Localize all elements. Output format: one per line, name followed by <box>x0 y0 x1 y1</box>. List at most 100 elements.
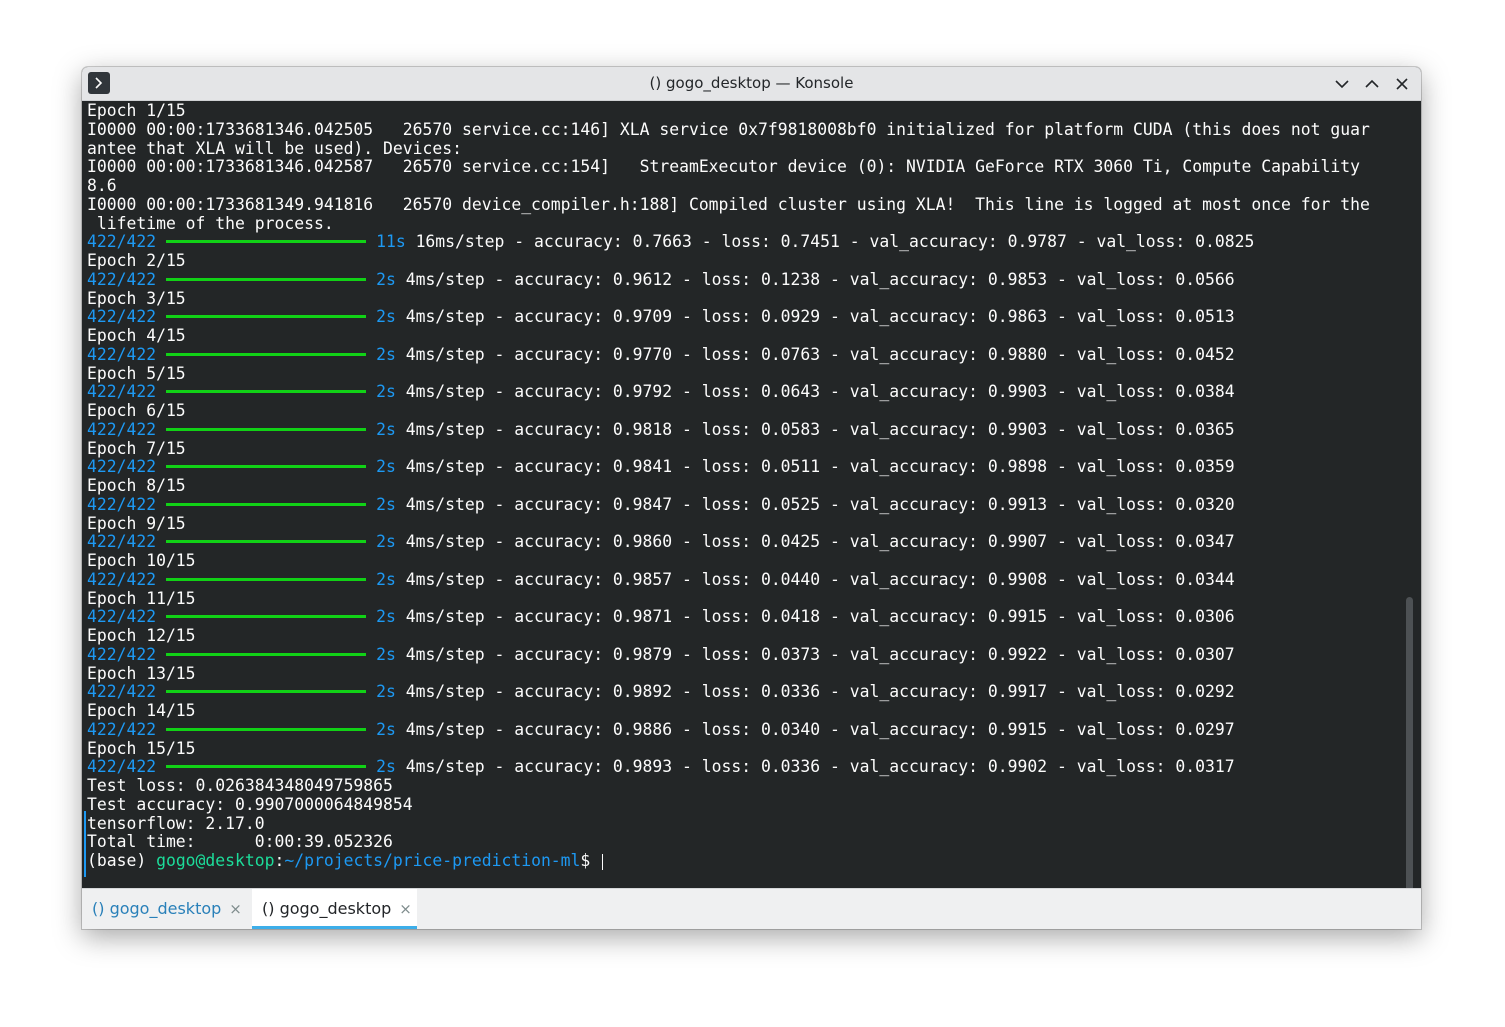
step-count: 422/422 <box>87 419 157 439</box>
terminal-line: tensorflow: 2.17.0 <box>87 813 265 833</box>
tab-gogo-desktop-1[interactable]: () gogo_desktop × <box>82 889 252 926</box>
tab-close-icon[interactable]: × <box>399 889 412 929</box>
metrics-text: 4ms/step - accuracy: 0.9886 - loss: 0.03… <box>405 719 1235 739</box>
elapsed-time: 2s <box>376 269 396 289</box>
elapsed-time: 2s <box>376 644 396 664</box>
terminal-line: Epoch 12/15 <box>87 626 196 645</box>
prompt-user-host: gogo@desktop <box>156 851 275 870</box>
elapsed-time: 2s <box>376 307 396 327</box>
terminal-line: 8.6 <box>87 176 117 195</box>
metrics-text: 4ms/step - accuracy: 0.9612 - loss: 0.12… <box>405 269 1235 289</box>
step-count: 422/422 <box>87 682 157 702</box>
window-title: () gogo_desktop — Konsole <box>649 74 854 92</box>
step-count: 422/422 <box>87 532 157 552</box>
titlebar[interactable]: () gogo_desktop — Konsole <box>82 67 1421 101</box>
metrics-text: 4ms/step - accuracy: 0.9860 - loss: 0.04… <box>405 532 1235 552</box>
progress-bar <box>166 577 367 581</box>
terminal-line: Total time: 0:00:39.052326 <box>87 832 393 852</box>
metrics-text: 4ms/step - accuracy: 0.9893 - loss: 0.03… <box>405 757 1235 777</box>
progress-line: 422/422 2s 4ms/step - accuracy: 0.9871 - … <box>87 607 1397 627</box>
step-count: 422/422 <box>87 569 157 589</box>
metrics-text: 4ms/step - accuracy: 0.9792 - loss: 0.06… <box>405 382 1235 402</box>
terminal-output: Epoch 1/15 I0000 00:00:1733681346.042505 … <box>87 101 1397 871</box>
terminal-line: Test loss: 0.026384348049759865 <box>87 776 393 795</box>
terminal-line: Epoch 14/15 <box>87 701 196 720</box>
progress-bar <box>166 465 367 469</box>
elapsed-time: 2s <box>376 682 396 702</box>
scrollbar[interactable] <box>1406 597 1413 888</box>
step-count: 422/422 <box>87 344 157 364</box>
metrics-text: 4ms/step - accuracy: 0.9879 - loss: 0.03… <box>405 644 1235 664</box>
step-count: 422/422 <box>87 757 157 777</box>
tab-bar: () gogo_desktop × () gogo_desktop × <box>82 888 1421 929</box>
terminal-line: Epoch 5/15 <box>87 363 186 383</box>
step-count: 422/422 <box>87 494 157 514</box>
metrics-text: 4ms/step - accuracy: 0.9857 - loss: 0.04… <box>405 569 1235 589</box>
elapsed-time: 2s <box>376 419 396 439</box>
metrics-text: 4ms/step - accuracy: 0.9847 - loss: 0.05… <box>405 494 1235 514</box>
step-count: 422/422 <box>87 382 157 402</box>
elapsed-time: 2s <box>376 532 396 552</box>
progress-bar <box>166 427 367 431</box>
terminal-line: Epoch 13/15 <box>87 663 196 683</box>
elapsed-time: 2s <box>376 457 396 477</box>
elapsed-time: 2s <box>376 607 396 627</box>
maximize-icon[interactable] <box>1361 73 1383 95</box>
step-count: 422/422 <box>87 457 157 477</box>
terminal-line: Epoch 4/15 <box>87 326 186 345</box>
terminal-line: I0000 00:00:1733681346.042587 26570 serv… <box>87 157 1360 177</box>
elapsed-time: 2s <box>376 757 396 777</box>
elapsed-time: 2s <box>376 569 396 589</box>
konsole-window: () gogo_desktop — Konsole Epoch 1/15 I000… <box>82 67 1421 929</box>
terminal-line: antee that XLA will be used). Devices: <box>87 138 462 158</box>
progress-line: 422/422 2s 4ms/step - accuracy: 0.9893 - … <box>87 757 1397 777</box>
prompt-env: (base) <box>87 851 157 870</box>
shell-prompt: (base) gogo@desktop:~/projects/price-pre… <box>87 851 1397 871</box>
progress-bar <box>166 315 367 319</box>
elapsed-time: 2s <box>376 719 396 739</box>
metrics-text: 4ms/step - accuracy: 0.9841 - loss: 0.05… <box>405 457 1235 477</box>
terminal-line: Epoch 8/15 <box>87 476 186 495</box>
progress-bar <box>166 352 367 356</box>
tab-label: () gogo_desktop <box>92 899 222 918</box>
step-count: 422/422 <box>87 719 157 739</box>
step-count: 422/422 <box>87 607 157 627</box>
tab-gogo-desktop-2[interactable]: () gogo_desktop × <box>252 889 417 929</box>
progress-line: 422/422 2s 4ms/step - accuracy: 0.9770 - … <box>87 344 1397 365</box>
progress-bar <box>166 615 367 619</box>
progress-bar <box>166 240 367 244</box>
progress-line: 422/422 2s 4ms/step - accuracy: 0.9847 - … <box>87 494 1397 515</box>
elapsed-time: 2s <box>376 344 396 364</box>
terminal-line: Epoch 15/15 <box>87 738 196 758</box>
terminal-line: Epoch 10/15 <box>87 551 196 570</box>
progress-line: 422/422 2s 4ms/step - accuracy: 0.9818 - … <box>87 419 1397 440</box>
metrics-text: 4ms/step - accuracy: 0.9871 - loss: 0.04… <box>405 607 1235 627</box>
minimize-icon[interactable] <box>1331 73 1353 95</box>
progress-line: 422/422 2s 4ms/step - accuracy: 0.9857 - … <box>87 569 1397 590</box>
terminal-line: Test accuracy: 0.9907000064849854 <box>87 794 413 814</box>
step-count: 422/422 <box>87 232 157 252</box>
prompt-colon: : <box>274 851 285 870</box>
terminal-line: Epoch 9/15 <box>87 513 186 533</box>
terminal-line: Epoch 7/15 <box>87 438 186 458</box>
terminal-view[interactable]: Epoch 1/15 I0000 00:00:1733681346.042505 … <box>82 101 1421 888</box>
close-icon[interactable] <box>1391 73 1413 95</box>
elapsed-time: 2s <box>376 382 396 402</box>
progress-line: 422/422 2s 4ms/step - accuracy: 0.9612 - … <box>87 269 1397 290</box>
metrics-text: 16ms/step - accuracy: 0.7663 - loss: 0.7… <box>415 232 1255 252</box>
elapsed-time: 11s <box>376 232 406 252</box>
step-count: 422/422 <box>87 644 157 664</box>
progress-bar <box>166 765 367 769</box>
tab-close-icon[interactable]: × <box>229 889 242 929</box>
metrics-text: 4ms/step - accuracy: 0.9818 - loss: 0.05… <box>405 419 1235 439</box>
terminal-line: Epoch 6/15 <box>87 401 186 420</box>
terminal-line: I0000 00:00:1733681346.042505 26570 serv… <box>87 119 1370 139</box>
terminal-line: Epoch 1/15 <box>87 101 186 120</box>
line-marker <box>84 811 86 877</box>
step-count: 422/422 <box>87 269 157 289</box>
terminal-line: lifetime of the process. <box>87 213 334 233</box>
progress-bar <box>166 690 367 694</box>
progress-line: 422/422 11s 16ms/step - accuracy: 0.7663 … <box>87 232 1397 252</box>
progress-bar <box>166 502 367 506</box>
terminal-line: Epoch 3/15 <box>87 288 186 308</box>
